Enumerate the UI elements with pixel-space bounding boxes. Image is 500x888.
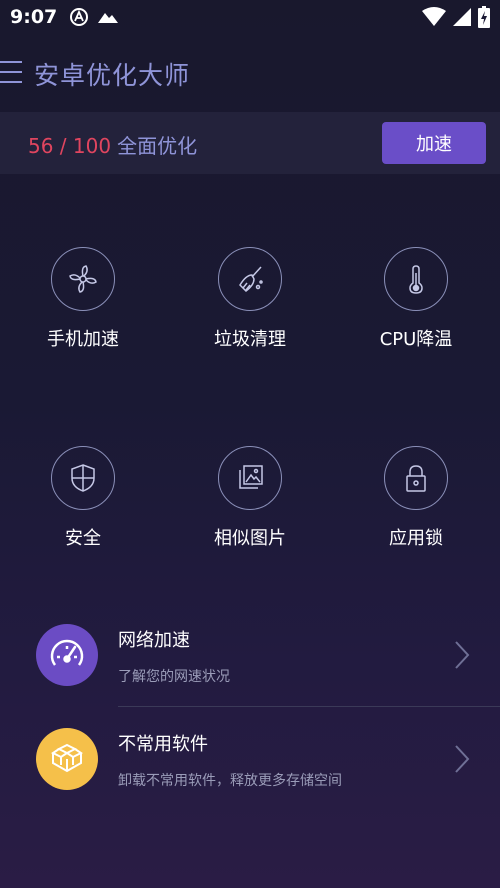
chevron-right-icon	[455, 745, 470, 773]
feature-label: 安全	[65, 528, 101, 549]
chevron-right-icon	[455, 641, 470, 669]
feature-icon-circle	[218, 247, 282, 311]
feature-cpu-cool[interactable]: CPU降温	[346, 247, 486, 351]
score-value: 56 / 100	[28, 134, 112, 158]
wifi-icon	[422, 7, 446, 26]
list-icon-bg	[36, 728, 98, 790]
feature-icon-circle	[384, 446, 448, 510]
status-time: 9:07	[10, 6, 58, 28]
status-bar: 9:07	[0, 0, 500, 34]
list-subtitle: 了解您的网速状况	[118, 669, 230, 685]
feature-icon-circle	[51, 446, 115, 510]
feature-junk-clean[interactable]: 垃圾清理	[180, 247, 320, 351]
a-circle-icon	[70, 8, 89, 26]
signal-icon	[453, 8, 471, 26]
page-title: 安卓优化大师	[34, 61, 191, 90]
feature-phone-boost[interactable]: 手机加速	[13, 247, 153, 351]
score-text: 56 / 100 全面优化	[28, 130, 197, 159]
divider	[118, 706, 500, 707]
list-icon-bg	[36, 624, 98, 686]
feature-label: 手机加速	[47, 329, 119, 350]
feature-similar-photos[interactable]: 相似图片	[180, 446, 320, 550]
speedometer-icon	[50, 639, 84, 666]
status-right-icons	[422, 6, 490, 28]
boost-button[interactable]: 加速	[382, 122, 486, 164]
thermometer-icon	[409, 265, 423, 294]
shield-icon	[71, 464, 95, 492]
feature-label: 相似图片	[214, 528, 286, 549]
photos-icon	[239, 465, 263, 489]
list-item-network-boost[interactable]: 网络加速 了解您的网速状况	[0, 606, 500, 706]
fan-icon	[69, 265, 97, 293]
list-title: 网络加速	[118, 630, 190, 651]
feature-app-lock[interactable]: 应用锁	[346, 446, 486, 550]
list-title: 不常用软件	[118, 734, 208, 755]
lock-icon	[406, 465, 426, 492]
list-subtitle: 卸载不常用软件，释放更多存储空间	[118, 773, 342, 789]
feature-security[interactable]: 安全	[13, 446, 153, 550]
feature-icon-circle	[51, 247, 115, 311]
mountain-icon	[98, 13, 119, 23]
boxes-icon	[51, 743, 83, 773]
list-item-unused-apps[interactable]: 不常用软件 卸载不常用软件，释放更多存储空间	[0, 710, 500, 810]
feature-icon-circle	[218, 446, 282, 510]
hamburger-menu-icon[interactable]	[0, 58, 24, 86]
feature-label: 应用锁	[389, 528, 443, 549]
status-left-icons	[69, 7, 119, 27]
app-bar: 安卓优化大师	[0, 44, 500, 100]
feature-icon-circle	[384, 247, 448, 311]
score-label: 全面优化	[117, 134, 198, 158]
battery-icon	[478, 6, 490, 28]
broom-icon	[239, 266, 263, 292]
feature-label: CPU降温	[379, 329, 453, 350]
feature-label: 垃圾清理	[214, 329, 286, 350]
